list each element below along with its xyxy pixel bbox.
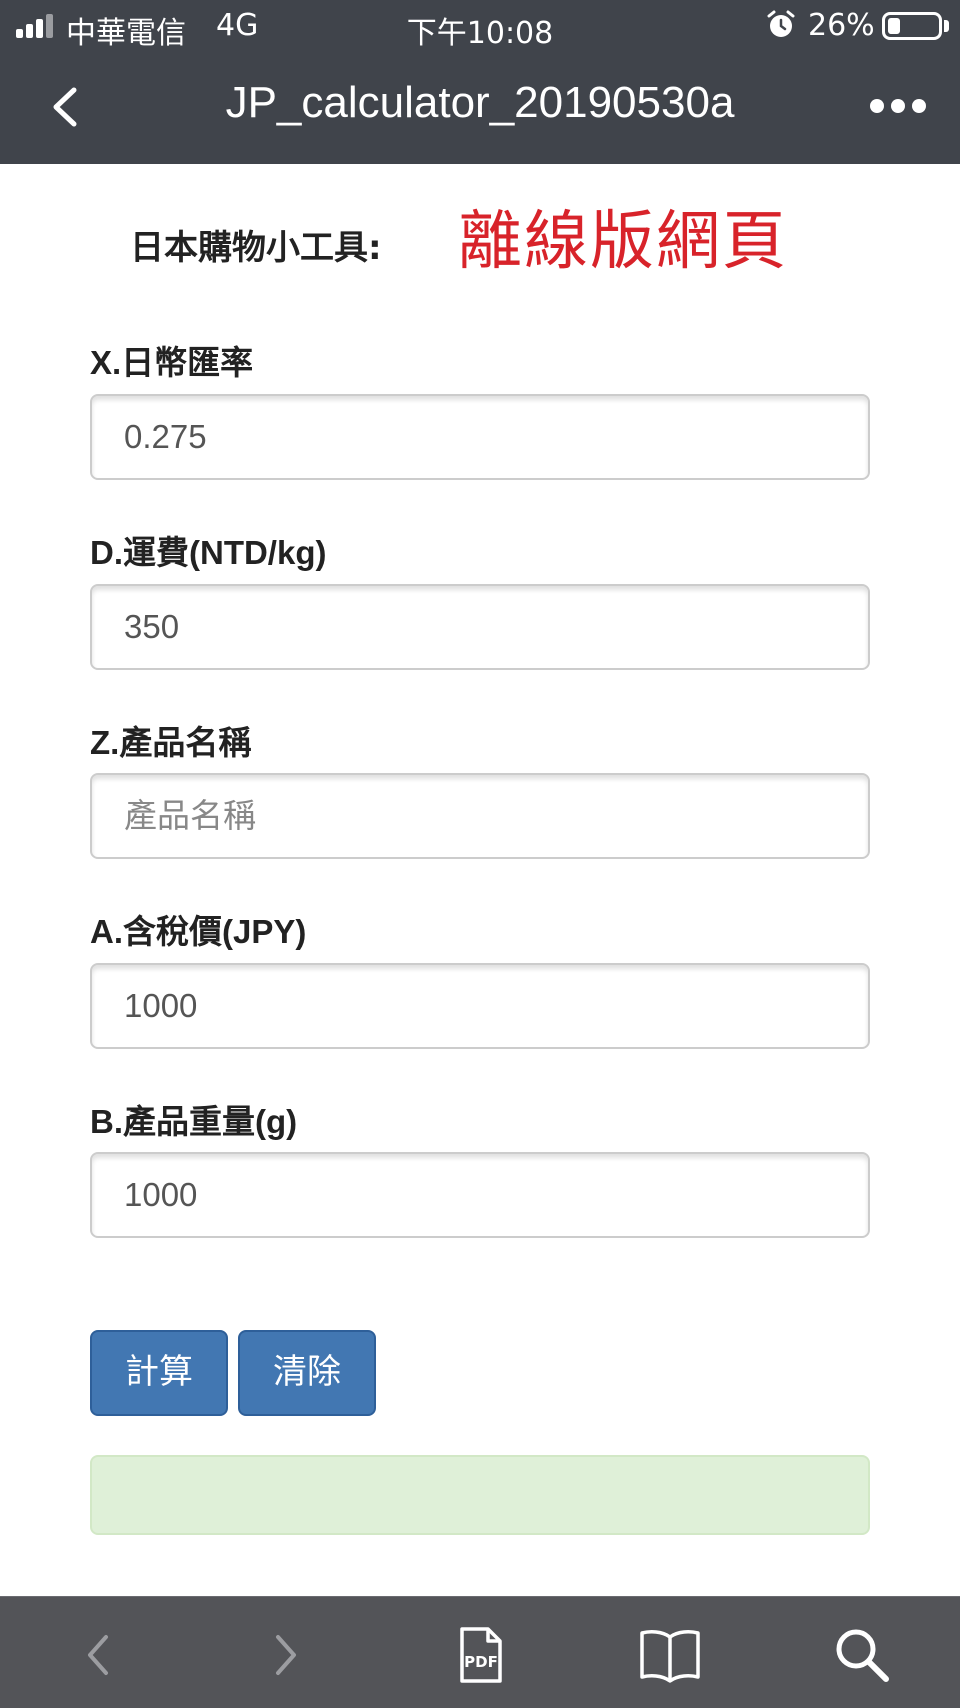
top-bar: 中華電信 4G 下午10:08 26% JP_calculator_201905… (0, 0, 960, 164)
offline-version-title: 離線版網頁 (458, 205, 788, 279)
forward-arrow-icon[interactable] (254, 1623, 318, 1687)
alarm-clock-icon (767, 10, 795, 37)
battery-percentage: 26% (808, 8, 875, 43)
exchange-rate-label: X.日幣匯率 (90, 344, 254, 381)
exchange-rate-input[interactable] (92, 396, 868, 478)
product-weight-input[interactable] (92, 1154, 868, 1236)
product-name-label: Z.產品名稱 (90, 724, 252, 761)
search-icon[interactable] (830, 1623, 894, 1687)
navigation-bar: JP_calculator_20190530a (0, 54, 960, 164)
tax-included-price-field[interactable] (90, 963, 870, 1049)
product-name-input[interactable] (92, 775, 868, 857)
page-header: 日本購物小工具: 離線版網頁 (0, 190, 960, 280)
shipping-fee-field[interactable] (90, 584, 870, 670)
pdf-icon[interactable]: PDF (448, 1623, 512, 1687)
battery-tip (944, 20, 949, 32)
status-bar: 中華電信 4G 下午10:08 26% (0, 0, 960, 54)
chevron-left-icon[interactable] (46, 82, 86, 132)
bookmarks-icon[interactable] (638, 1623, 702, 1687)
exchange-rate-field[interactable] (90, 394, 870, 480)
clear-button[interactable]: 清除 (238, 1330, 376, 1416)
back-arrow-icon[interactable] (66, 1623, 130, 1687)
shipping-fee-label: D.運費(NTD/kg) (90, 534, 327, 571)
product-weight-label: B.產品重量(g) (90, 1103, 298, 1140)
page-title: JP_calculator_20190530a (225, 78, 735, 127)
more-dots-icon[interactable] (868, 96, 928, 116)
tax-included-price-input[interactable] (92, 965, 868, 1047)
svg-text:PDF: PDF (464, 1653, 498, 1671)
battery-level (888, 18, 900, 34)
product-name-field[interactable] (90, 773, 870, 859)
tool-title: 日本購物小工具: (130, 228, 382, 268)
browser-toolbar: PDF (0, 1596, 960, 1708)
shipping-fee-input[interactable] (92, 586, 868, 668)
product-weight-field[interactable] (90, 1152, 870, 1238)
battery-icon (882, 12, 942, 40)
calculate-button[interactable]: 計算 (90, 1330, 228, 1416)
result-panel (90, 1455, 870, 1535)
tax-included-price-label: A.含稅價(JPY) (90, 913, 307, 950)
